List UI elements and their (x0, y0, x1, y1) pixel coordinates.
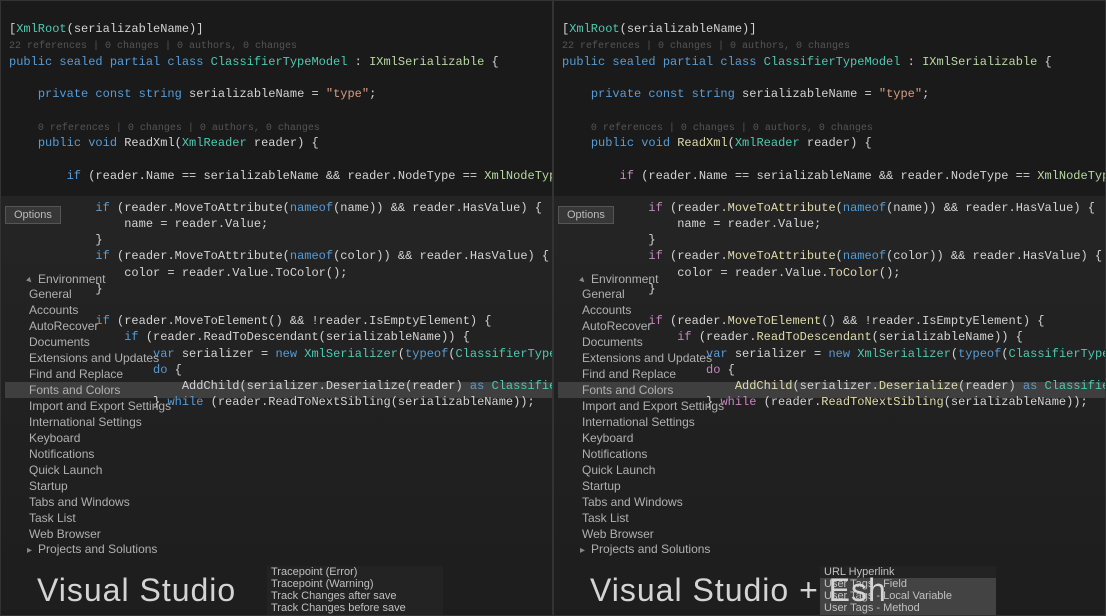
pane-label-left: Visual Studio (37, 572, 236, 609)
tree-item[interactable]: Task List (5, 510, 552, 526)
code-editor-right[interactable]: [XmlRoot(serializableName)] 22 reference… (554, 1, 1105, 431)
display-items-list-left[interactable]: Tracepoint (Error)Tracepoint (Warning)Tr… (267, 566, 443, 616)
display-item[interactable]: Tracepoint (Error) (267, 566, 443, 578)
display-item[interactable]: Tracepoint (Warning) (267, 578, 443, 590)
right-pane: [XmlRoot(serializableName)] 22 reference… (553, 0, 1106, 616)
tree-item[interactable]: Keyboard (558, 430, 1105, 446)
display-item[interactable]: Track Changes before save (267, 602, 443, 614)
left-pane: [XmlRoot(serializableName)] 22 reference… (0, 0, 553, 616)
tree-item[interactable]: Web Browser (558, 526, 1105, 542)
tree-item[interactable]: Tabs and Windows (558, 494, 1105, 510)
attr-arg: (serializableName)] (67, 22, 204, 36)
tree-item[interactable]: Tabs and Windows (5, 494, 552, 510)
pane-label-right: Visual Studio + Esh (590, 572, 887, 609)
codelens[interactable]: 0 references | 0 changes | 0 authors, 0 … (591, 123, 873, 134)
tree-item[interactable]: Notifications (5, 446, 552, 462)
code-editor-left[interactable]: [XmlRoot(serializableName)] 22 reference… (1, 1, 552, 431)
tree-item[interactable]: Startup (558, 478, 1105, 494)
codelens[interactable]: 22 references | 0 changes | 0 authors, 0… (562, 41, 850, 52)
tree-item[interactable]: Quick Launch (558, 462, 1105, 478)
codelens[interactable]: 22 references | 0 changes | 0 authors, 0… (9, 41, 297, 52)
tree-item[interactable]: Startup (5, 478, 552, 494)
tree-item[interactable]: Task List (558, 510, 1105, 526)
attr-name: XmlRoot (16, 22, 66, 36)
tree-item[interactable]: Quick Launch (5, 462, 552, 478)
tree-item[interactable]: Keyboard (5, 430, 552, 446)
tree-group-projects[interactable]: Projects and Solutions (5, 542, 552, 556)
tree-group-projects[interactable]: Projects and Solutions (558, 542, 1105, 556)
tree-item[interactable]: Web Browser (5, 526, 552, 542)
tree-item[interactable]: Notifications (558, 446, 1105, 462)
display-item[interactable]: Track Changes after save (267, 590, 443, 602)
codelens[interactable]: 0 references | 0 changes | 0 authors, 0 … (38, 123, 320, 134)
